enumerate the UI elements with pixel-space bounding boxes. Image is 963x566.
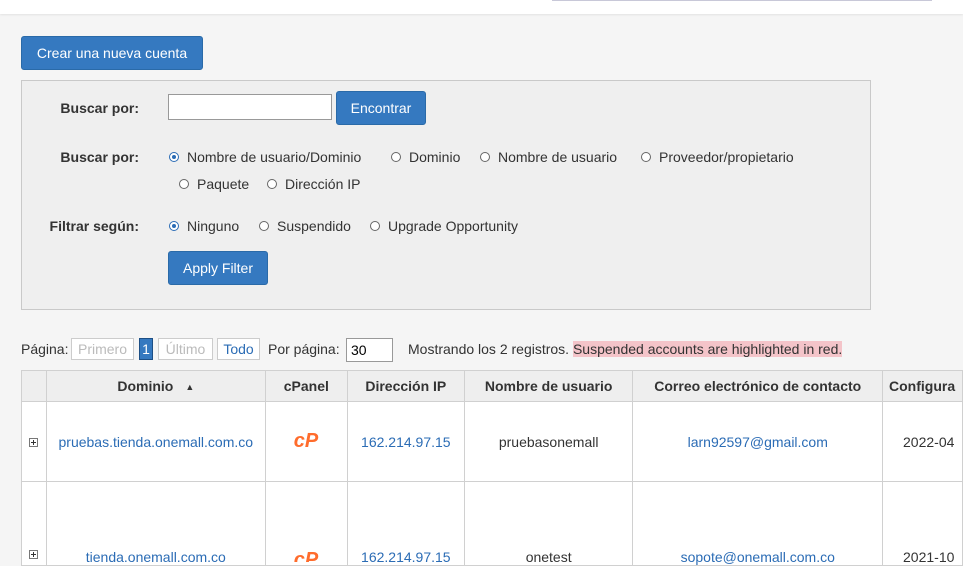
table-header-row: Dominio ▲ cPanel Dirección IP Nombre de u… (21, 370, 963, 402)
radio-label: Nombre de usuario (498, 149, 618, 165)
page-label: Página: (21, 341, 69, 357)
column-header-ip[interactable]: Dirección IP (346, 370, 465, 402)
radio-dot-icon (169, 221, 179, 231)
table-row: pruebas.tienda.onemall.com.co cP 162.214… (21, 401, 963, 482)
pager-last[interactable]: Último (158, 338, 213, 360)
radio-domain[interactable]: Dominio (391, 149, 460, 165)
top-bar (0, 0, 963, 14)
radio-dot-icon (391, 152, 401, 162)
radio-username[interactable]: Nombre de usuario (480, 149, 617, 165)
expand-column-header (21, 370, 47, 402)
email-link[interactable]: sopote@onemall.com.co (632, 481, 884, 566)
expand-plus-icon[interactable] (29, 438, 39, 448)
setup-date-cell: 2021-10 (882, 481, 963, 566)
username-cell: pruebasonemall (463, 401, 634, 482)
radio-package[interactable]: Paquete (179, 176, 249, 192)
column-header-label: Dominio (117, 378, 174, 394)
top-search-underline (552, 0, 932, 1)
radio-label: Dirección IP (285, 176, 361, 192)
search-by-label: Buscar por: (60, 149, 139, 165)
column-header-domain[interactable]: Dominio ▲ (45, 370, 266, 402)
column-header-username[interactable]: Nombre de usuario (463, 370, 634, 402)
expand-cell[interactable] (21, 481, 47, 566)
apply-filter-button[interactable]: Apply Filter (168, 251, 268, 285)
accounts-table: Dominio ▲ cPanel Dirección IP Nombre de u… (21, 370, 963, 566)
radio-dot-icon (259, 221, 269, 231)
search-input[interactable] (168, 94, 332, 120)
pager-all[interactable]: Todo (217, 338, 260, 360)
create-account-button[interactable]: Crear una nueva cuenta (21, 36, 203, 70)
domain-link[interactable]: pruebas.tienda.onemall.com.co (45, 401, 266, 482)
radio-label: Upgrade Opportunity (388, 218, 518, 234)
radio-label: Paquete (197, 176, 250, 192)
ip-link[interactable]: 162.214.97.15 (346, 481, 465, 566)
radio-dot-icon (267, 179, 277, 189)
svg-text:cP: cP (294, 549, 319, 562)
radio-ip-address[interactable]: Dirección IP (267, 176, 360, 192)
radio-username-domain[interactable]: Nombre de usuario/Dominio (169, 149, 361, 165)
svg-text:cP: cP (294, 430, 319, 451)
cpanel-logo-icon[interactable]: cP (290, 429, 322, 452)
expand-plus-icon[interactable] (29, 549, 39, 559)
cpanel-cell[interactable]: cP (264, 481, 348, 566)
search-label: Buscar por: (60, 100, 139, 116)
expand-cell[interactable] (21, 401, 47, 482)
radio-reseller-owner[interactable]: Proveedor/propietario (641, 149, 794, 165)
radio-label: Dominio (409, 149, 461, 165)
radio-label: Nombre de usuario/Dominio (187, 149, 362, 165)
radio-dot-icon (370, 221, 380, 231)
per-page-label: Por página: (268, 341, 340, 357)
radio-dot-icon (641, 152, 651, 162)
showing-text: Mostrando los 2 registros. Suspended acc… (408, 341, 843, 357)
cpanel-logo-icon[interactable]: cP (290, 548, 322, 565)
radio-filter-upgrade[interactable]: Upgrade Opportunity (370, 218, 518, 234)
radio-dot-icon (169, 152, 179, 162)
setup-date-cell: 2022-04 (882, 401, 963, 482)
find-button[interactable]: Encontrar (336, 91, 426, 125)
per-page-input[interactable] (346, 338, 393, 362)
filter-label: Filtrar según: (49, 218, 139, 234)
pager-current[interactable]: 1 (139, 338, 153, 360)
cpanel-cell[interactable]: cP (264, 401, 348, 482)
username-cell: onetest (463, 481, 634, 566)
radio-label: Ninguno (187, 218, 240, 234)
search-panel: Buscar por: Encontrar Buscar por: Nombre… (21, 80, 871, 310)
sort-ascending-icon: ▲ (185, 382, 195, 393)
suspended-note: Suspended accounts are highlighted in re… (572, 341, 843, 357)
email-link[interactable]: larn92597@gmail.com (632, 401, 884, 482)
showing-count: Mostrando los 2 registros. (408, 341, 570, 357)
radio-filter-suspended[interactable]: Suspendido (259, 218, 351, 234)
column-header-email[interactable]: Correo electrónico de contacto (632, 370, 884, 402)
radio-dot-icon (480, 152, 490, 162)
table-row: tienda.onemall.com.co cP 162.214.97.15 o… (21, 481, 963, 566)
domain-link[interactable]: tienda.onemall.com.co (45, 481, 266, 566)
radio-dot-icon (179, 179, 189, 189)
radio-label: Suspendido (277, 218, 351, 234)
radio-filter-none[interactable]: Ninguno (169, 218, 239, 234)
radio-label: Proveedor/propietario (659, 149, 794, 165)
column-header-setup[interactable]: Configura (882, 370, 963, 402)
pager-first[interactable]: Primero (71, 338, 134, 360)
ip-link[interactable]: 162.214.97.15 (346, 401, 465, 482)
column-header-cpanel[interactable]: cPanel (264, 370, 348, 402)
